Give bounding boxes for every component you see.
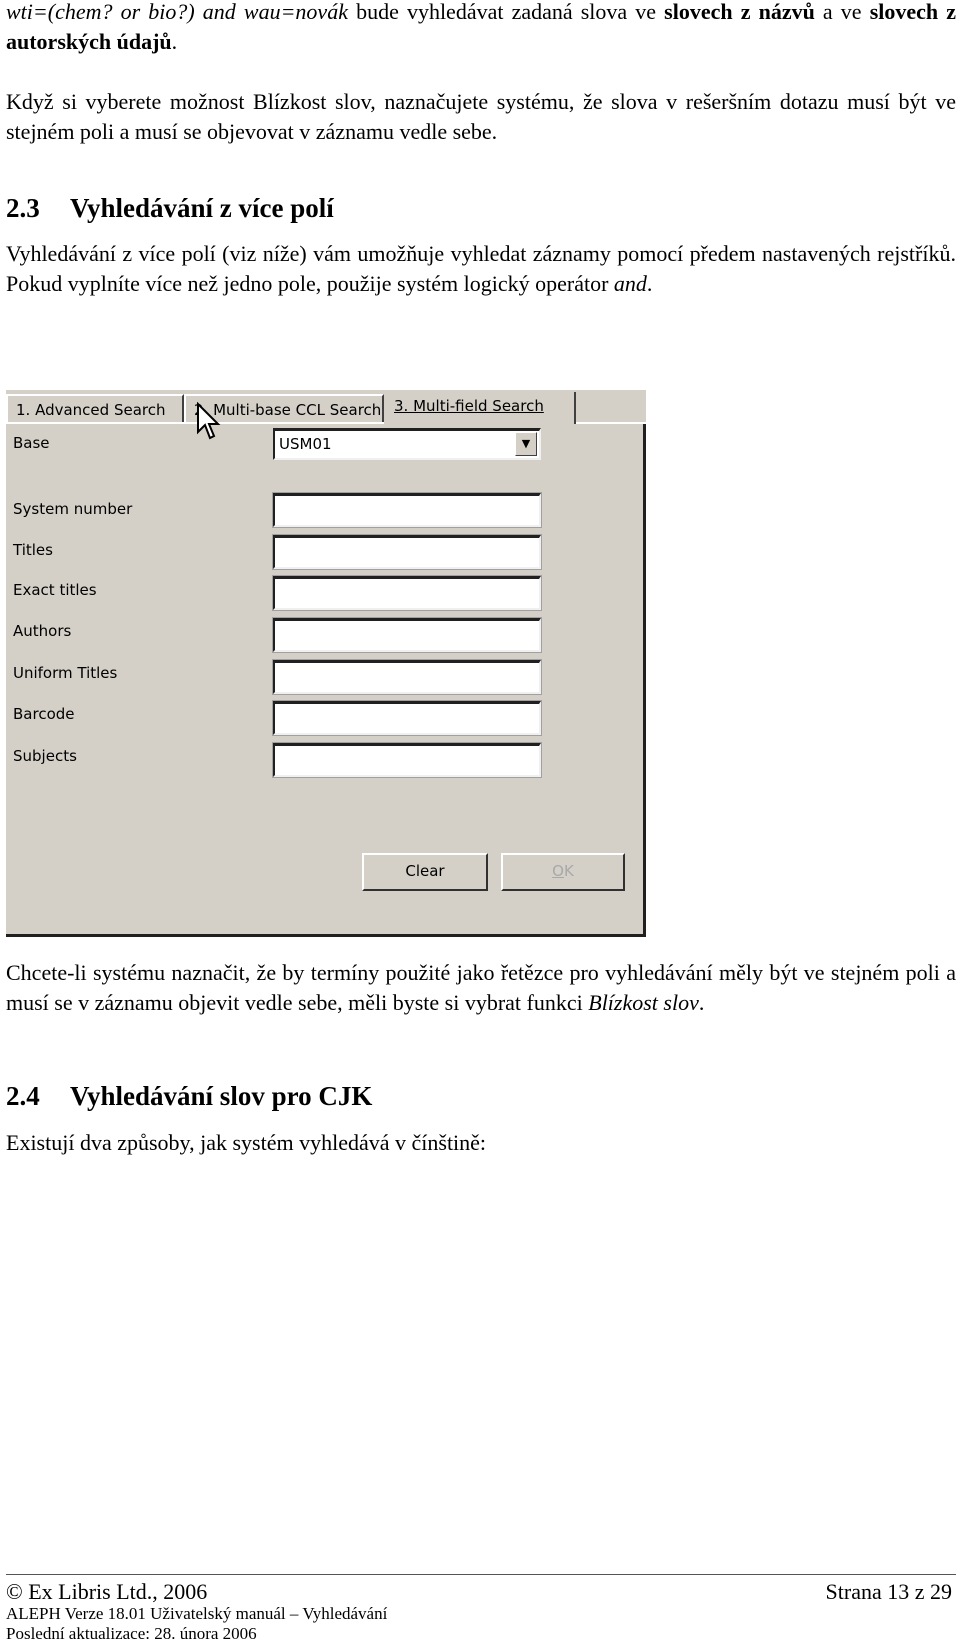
ok-button[interactable]: OK (501, 853, 625, 891)
section-heading-2-4: 2.4 Vyhledávání slov pro CJK (6, 1081, 373, 1111)
field-label: System number (13, 500, 133, 518)
titles-input[interactable] (272, 534, 542, 570)
field-label: Subjects (13, 747, 77, 765)
section-2-4-body: Existují dva způsoby, jak systém vyhledá… (6, 1130, 487, 1155)
field-label: Authors (13, 622, 72, 640)
footer-last-updated: Poslední aktualizace: 28. února 2006 (6, 1624, 257, 1643)
tab-advanced-search[interactable]: 1. Advanced Search (6, 394, 184, 422)
footer-copyright: © Ex Libris Ltd., 2006 (6, 1579, 208, 1604)
field-label: Exact titles (13, 581, 97, 599)
base-select[interactable]: USM01 ▼ (273, 428, 541, 460)
dialog-border (643, 424, 646, 937)
footer-divider (6, 1574, 956, 1575)
intro-paragraph: wti=(chem? or bio?) and wau=novák bude v… (6, 0, 956, 54)
tab-strip: 1. Advanced Search 2. Multi-base CCL Sea… (6, 390, 646, 424)
authors-input[interactable] (272, 617, 542, 653)
dialog-border (6, 934, 646, 937)
base-label: Base (13, 434, 50, 452)
field-label: Uniform Titles (13, 664, 118, 682)
tab-multi-field-search[interactable]: 3. Multi-field Search (386, 392, 576, 424)
field-label: Barcode (13, 705, 75, 723)
exact-titles-input[interactable] (272, 575, 542, 611)
after-dialog-paragraph: Chcete-li systému naznačit, že by termín… (6, 960, 956, 1015)
query-example: wti=(chem? or bio?) and wau=novák (6, 0, 348, 24)
subjects-input[interactable] (272, 742, 542, 778)
barcode-input[interactable] (272, 700, 542, 736)
proximity-paragraph: Když si vyberete možnost Blízkost slov, … (6, 89, 956, 144)
uniform-titles-input[interactable] (272, 659, 542, 695)
clear-button[interactable]: Clear (362, 853, 488, 891)
mouse-cursor-icon (197, 402, 221, 440)
field-label: Titles (13, 541, 53, 559)
footer-manual-title: ALEPH Verze 18.01 Uživatelský manuál – V… (6, 1604, 388, 1623)
section-heading-2-3: 2.3 Vyhledávání z více polí (6, 193, 334, 223)
tab-divider (576, 422, 646, 424)
system-number-input[interactable] (272, 492, 542, 528)
footer-page-number: Strana 13 z 29 (825, 1579, 952, 1604)
section-2-3-body: Vyhledávání z více polí (viz níže) vám u… (6, 241, 956, 296)
dropdown-arrow-icon[interactable]: ▼ (515, 432, 537, 456)
multi-field-search-dialog: 1. Advanced Search 2. Multi-base CCL Sea… (6, 390, 646, 937)
tab-divider (6, 422, 384, 424)
